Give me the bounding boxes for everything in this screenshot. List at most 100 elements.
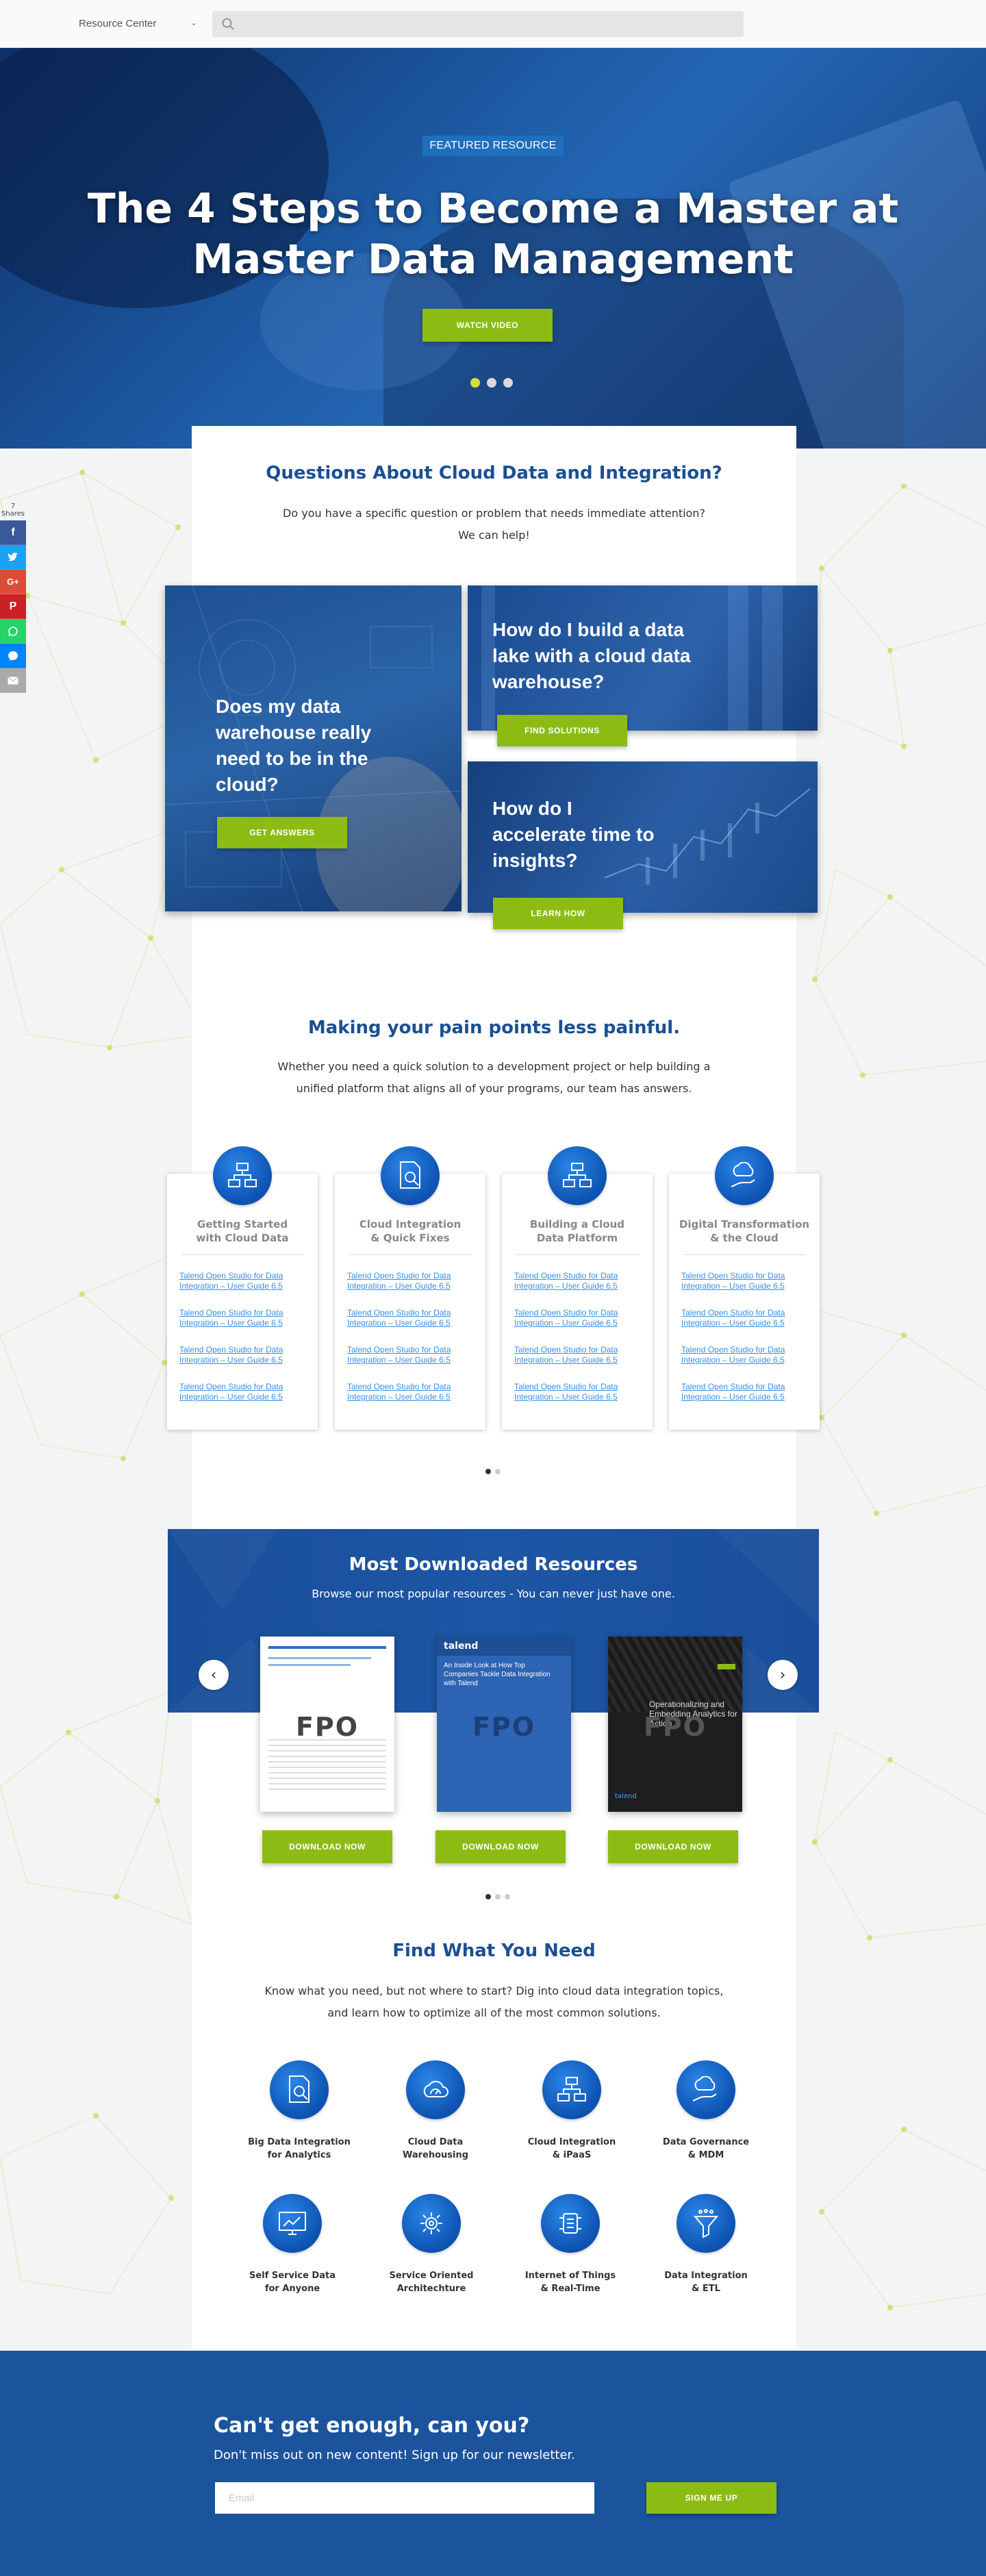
resource-cover-2[interactable]: talend An Inside Look at How Top Compani… — [437, 1637, 571, 1812]
whatsapp-share-button[interactable] — [0, 619, 26, 644]
resource-link[interactable]: Talend Open Studio for Data Integration … — [179, 1345, 306, 1365]
topic-label: Internet of Things & Real-Time — [502, 2269, 639, 2295]
topic-cloud-warehousing[interactable]: Cloud Data Warehousing — [367, 2060, 504, 2162]
pain-card-getting-started: Getting Started with Cloud Data Talend Op… — [167, 1146, 318, 1430]
topic-label-line: & ETL — [692, 2284, 720, 2294]
pain-card-title-line: Digital Transformation — [679, 1218, 810, 1230]
pain-points-subtitle-2: unified platform that aligns all of your… — [296, 1082, 692, 1095]
question-card-data-warehouse[interactable]: Does my data warehouse really need to be… — [165, 585, 462, 911]
google-plus-share-button[interactable]: G+ — [0, 570, 26, 594]
search-icon — [222, 18, 234, 30]
resource-link[interactable]: Talend Open Studio for Data Integration … — [681, 1345, 808, 1365]
pain-carousel-dots — [485, 1469, 501, 1474]
search-input[interactable] — [242, 11, 735, 37]
resource-link[interactable]: Talend Open Studio for Data Integration … — [514, 1345, 641, 1365]
learn-how-button[interactable]: LEARN HOW — [493, 898, 623, 929]
resource-link[interactable]: Talend Open Studio for Data Integration … — [347, 1382, 474, 1402]
resource-link[interactable]: Talend Open Studio for Data Integration … — [179, 1271, 306, 1291]
resource-link[interactable]: Talend Open Studio for Data Integration … — [681, 1308, 808, 1328]
question-card-insights[interactable]: How do I accelerate time to insights? — [468, 761, 818, 913]
downloads-carousel-dots — [485, 1894, 510, 1899]
topic-label-line: for Anyone — [264, 2284, 320, 2294]
chevron-down-icon[interactable]: ⌄ — [190, 18, 197, 27]
pain-card-title-line: Cloud Integration — [359, 1218, 462, 1230]
topic-label: Cloud Data Warehousing — [367, 2136, 504, 2162]
carousel-dot-2[interactable] — [495, 1469, 501, 1474]
find-solutions-button[interactable]: FIND SOLUTIONS — [497, 715, 627, 746]
topic-label-line: Cloud Integration — [527, 2137, 616, 2147]
fpo-label: FPO — [295, 1712, 359, 1742]
resource-link[interactable]: Talend Open Studio for Data Integration … — [514, 1308, 641, 1328]
pain-card-cloud-integration: Cloud Integration & Quick Fixes Talend Op… — [335, 1146, 485, 1430]
carousel-dot-1[interactable] — [485, 1894, 491, 1899]
download-now-button[interactable]: DOWNLOAD NOW — [262, 1830, 392, 1863]
share-count-label: Shares — [1, 510, 25, 518]
hero-banner: FEATURED RESOURCE The 4 Steps to Become … — [0, 48, 986, 449]
topic-iot[interactable]: Internet of Things & Real-Time — [502, 2194, 639, 2295]
carousel-dot-1[interactable] — [485, 1469, 491, 1474]
resource-cover-1[interactable]: FPO — [260, 1637, 394, 1812]
carousel-dot-3[interactable] — [505, 1894, 510, 1899]
topic-label: Big Data Integration for Analytics — [231, 2136, 368, 2162]
facebook-share-button[interactable]: f — [0, 520, 26, 545]
topic-self-service[interactable]: Self Service Data for Anyone — [224, 2194, 361, 2295]
topic-data-integration[interactable]: Data Integration & ETL — [637, 2194, 774, 2295]
topic-cloud-integration[interactable]: Cloud Integration & iPaaS — [503, 2060, 640, 2162]
topic-big-data[interactable]: Big Data Integration for Analytics — [231, 2060, 368, 2162]
carousel-dot-1[interactable] — [470, 378, 480, 388]
cloud-gauge-icon — [406, 2060, 465, 2119]
question-card-data-lake[interactable]: How do I build a data lake with a cloud … — [468, 585, 818, 731]
email-field[interactable] — [215, 2482, 594, 2514]
document-search-icon — [381, 1146, 440, 1205]
topic-data-governance[interactable]: Data Governance & MDM — [637, 2060, 774, 2162]
resource-cover-3[interactable]: Operationalizing and Embedding Analytics… — [608, 1637, 742, 1812]
newsletter-subtitle: Don't miss out on new content! Sign up f… — [214, 2448, 576, 2462]
email-share-button[interactable] — [0, 668, 26, 693]
twitter-share-button[interactable] — [0, 545, 26, 570]
question-card-text: Does my data warehouse really need to be… — [216, 696, 372, 795]
pinterest-share-button[interactable]: P — [0, 594, 26, 619]
pain-card-title-line: & Quick Fixes — [370, 1232, 450, 1244]
featured-resource-tag: FEATURED RESOURCE — [422, 136, 564, 156]
topic-service-oriented[interactable]: Service Oriented Architechture — [363, 2194, 500, 2295]
download-now-button[interactable]: DOWNLOAD NOW — [608, 1830, 738, 1863]
resource-link[interactable]: Talend Open Studio for Data Integration … — [681, 1271, 808, 1291]
resource-link[interactable]: Talend Open Studio for Data Integration … — [514, 1271, 641, 1291]
cover-text-line — [268, 1657, 371, 1659]
top-navigation: Resource Center ⌄ — [0, 0, 986, 48]
downloads-title: Most Downloaded Resources — [349, 1554, 638, 1575]
pain-card-title-line: Building a Cloud — [529, 1218, 625, 1230]
carousel-dot-2[interactable] — [487, 378, 496, 388]
pain-card-title-line: Data Platform — [536, 1232, 618, 1244]
download-now-button[interactable]: DOWNLOAD NOW — [435, 1830, 566, 1863]
pain-card-title: Cloud Integration & Quick Fixes — [342, 1217, 479, 1245]
resource-link[interactable]: Talend Open Studio for Data Integration … — [347, 1271, 474, 1291]
resource-center-menu[interactable]: Resource Center — [79, 18, 156, 29]
cover-title: An Inside Look at How Top Companies Tack… — [444, 1662, 551, 1687]
resource-link[interactable]: Talend Open Studio for Data Integration … — [347, 1308, 474, 1328]
hero-title: The 4 Steps to Become a Master at Master… — [87, 185, 899, 283]
document-search-icon — [270, 2060, 329, 2119]
search-bar[interactable] — [212, 11, 744, 37]
pinterest-icon: P — [9, 600, 17, 612]
find-subtitle-1: Know what you need, but not where to sta… — [264, 1984, 724, 1997]
carousel-prev-button[interactable]: ‹ — [199, 1660, 229, 1690]
resource-link[interactable]: Talend Open Studio for Data Integration … — [179, 1382, 306, 1402]
resource-link[interactable]: Talend Open Studio for Data Integration … — [681, 1382, 808, 1402]
cover-header-bar — [268, 1646, 386, 1649]
carousel-next-button[interactable]: › — [768, 1660, 798, 1690]
resource-link[interactable]: Talend Open Studio for Data Integration … — [179, 1308, 306, 1328]
resource-link[interactable]: Talend Open Studio for Data Integration … — [347, 1345, 474, 1365]
messenger-share-button[interactable] — [0, 644, 26, 668]
sign-me-up-button[interactable]: SIGN ME UP — [646, 2482, 776, 2514]
divider — [683, 1254, 806, 1255]
carousel-dot-2[interactable] — [495, 1894, 501, 1899]
get-answers-button[interactable]: GET ANSWERS — [217, 817, 347, 848]
resource-link[interactable]: Talend Open Studio for Data Integration … — [514, 1382, 641, 1402]
watch-video-button[interactable]: WATCH VIDEO — [422, 309, 553, 342]
chevron-right-icon: › — [779, 1666, 786, 1684]
pain-card-title-line: & the Cloud — [710, 1232, 779, 1244]
carousel-dot-3[interactable] — [503, 378, 513, 388]
facebook-icon: f — [11, 526, 15, 538]
pain-card-digital-transformation: Digital Transformation & the Cloud Talend… — [669, 1146, 820, 1430]
